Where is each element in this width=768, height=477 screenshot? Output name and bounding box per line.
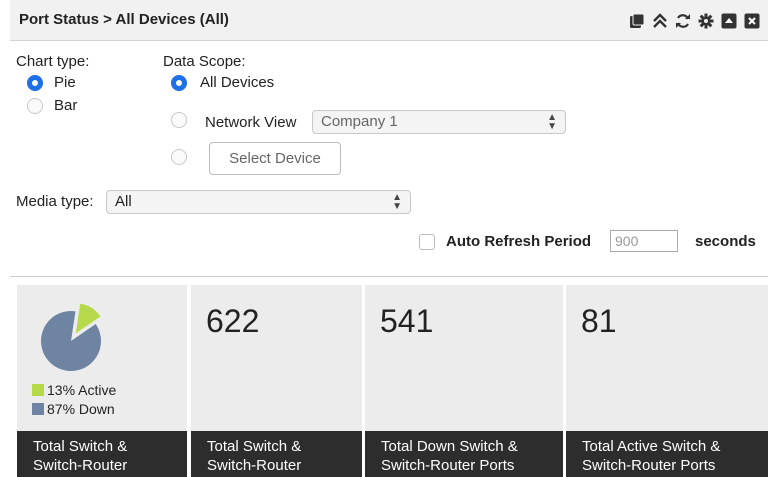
legend-down: 87% Down (32, 401, 115, 417)
save-icon[interactable] (628, 12, 645, 29)
tile-footer-line2: Switch-Router (33, 457, 128, 474)
media-type-value: All (115, 193, 132, 210)
tile-footer-line1: Total Down Switch & (381, 438, 518, 455)
select-device-button[interactable]: Select Device (209, 142, 341, 175)
tile-footer-line2: Switch-Router (207, 457, 302, 474)
close-icon[interactable] (743, 12, 760, 29)
tile-number: 541 (380, 303, 434, 339)
legend-active-swatch (32, 384, 44, 396)
minimize-icon[interactable] (720, 12, 737, 29)
tile-footer: Total Switch & Switch-Router (17, 431, 187, 477)
active-ports-tile[interactable]: 81 Total Active Switch & Switch-Router P… (566, 285, 768, 477)
total-ports-tile[interactable]: 622 Total Switch & Switch-Router (191, 285, 362, 477)
scope-select-device-radio[interactable] (171, 149, 187, 165)
chart-type-label: Chart type: (16, 53, 90, 70)
refresh-icon[interactable] (674, 12, 691, 29)
network-view-value: Company 1 (321, 113, 398, 130)
scope-all-devices-radio[interactable] (171, 75, 187, 91)
pie-chart (41, 303, 101, 371)
legend-down-swatch (32, 403, 44, 415)
media-type-select[interactable]: All ▲ ▼ (106, 190, 411, 214)
auto-refresh-label: Auto Refresh Period (446, 233, 592, 250)
down-ports-tile[interactable]: 541 Total Down Switch & Switch-Router Po… (365, 285, 563, 477)
tile-footer: Total Switch & Switch-Router (191, 431, 362, 477)
tile-footer: Total Active Switch & Switch-Router Port… (566, 431, 768, 477)
tile-footer-line2: Switch-Router Ports (582, 457, 716, 474)
select-arrows-icon: ▲ ▼ (547, 112, 557, 132)
legend-active-label: 13% Active (47, 382, 117, 398)
section-divider (10, 276, 768, 277)
select-arrows-icon: ▲ ▼ (392, 192, 402, 212)
auto-refresh-unit: seconds (695, 233, 756, 250)
auto-refresh-checkbox[interactable] (419, 234, 435, 250)
chart-type-bar-label: Bar (54, 97, 78, 114)
stats-tiles: 13% Active 87% Down Total Switch & Switc… (17, 285, 768, 477)
tile-footer-line1: Total Switch & (207, 438, 302, 455)
tile-number: 81 (581, 303, 617, 339)
chart-type-pie-radio[interactable] (27, 75, 43, 91)
scope-all-devices-label: All Devices (200, 74, 275, 91)
media-type-label: Media type: (16, 193, 94, 210)
tile-number: 622 (206, 303, 260, 339)
network-view-select[interactable]: Company 1 ▲ ▼ (312, 110, 566, 134)
panel-title: Port Status > All Devices (All) (19, 11, 229, 28)
tile-footer-line1: Total Switch & (33, 438, 128, 455)
scope-network-view-radio[interactable] (171, 112, 187, 128)
legend-down-label: 87% Down (47, 401, 115, 417)
tile-footer-line1: Total Active Switch & (582, 438, 721, 455)
gear-icon[interactable] (697, 12, 714, 29)
tile-footer: Total Down Switch & Switch-Router Ports (365, 431, 563, 477)
titlebar-icons (628, 12, 760, 29)
network-view-label: Network View (205, 114, 297, 131)
legend-active: 13% Active (32, 382, 116, 398)
tile-footer-line2: Switch-Router Ports (381, 457, 515, 474)
pie-tile[interactable]: 13% Active 87% Down Total Switch & Switc… (17, 285, 187, 477)
auto-refresh-input[interactable]: 900 (610, 230, 678, 252)
chart-type-bar-radio[interactable] (27, 98, 43, 114)
panel-titlebar: Port Status > All Devices (All) (10, 0, 768, 41)
collapse-icon[interactable] (651, 12, 668, 29)
data-scope-label: Data Scope: (163, 53, 246, 70)
chart-type-pie-label: Pie (54, 74, 76, 91)
